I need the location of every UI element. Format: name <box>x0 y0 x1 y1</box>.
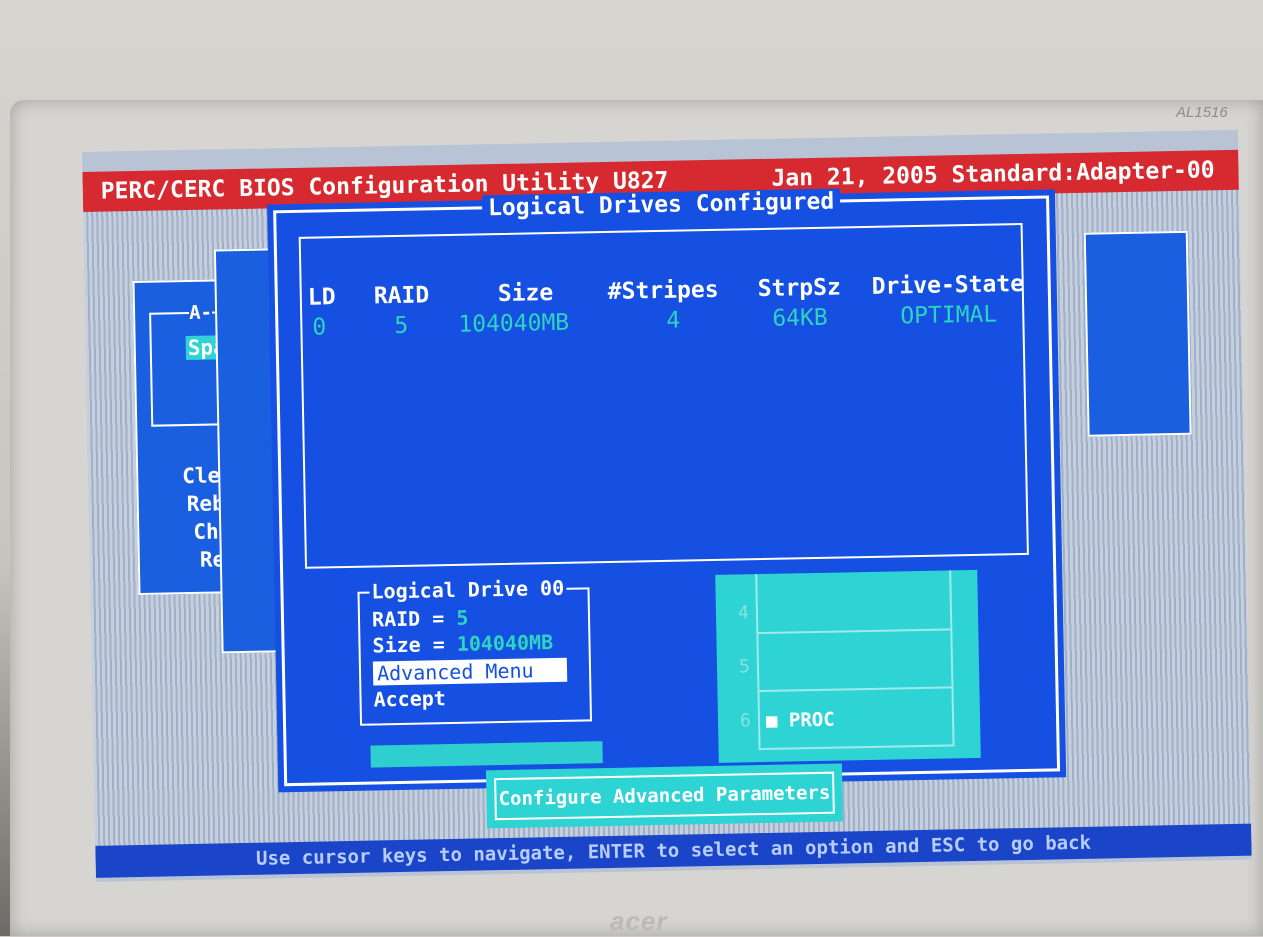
background-frame-label: A- <box>188 301 213 324</box>
raid-value: 5 <box>456 605 469 630</box>
size-label: Size = <box>372 631 458 658</box>
size-line: Size = 104040MB <box>372 630 553 657</box>
logical-drives-dialog: Logical Drives Configured LD RAID Size #… <box>273 188 1061 787</box>
row-raid: 5 <box>394 312 409 340</box>
drives-table: LD RAID Size #Stripes StrpSz Drive-State… <box>298 222 1029 569</box>
raid-line: RAID = 5 <box>372 606 469 632</box>
row-drive-state: OPTIMAL <box>900 301 998 330</box>
row-stripes: 4 <box>666 307 681 334</box>
col-strpsz: StrpSz <box>757 274 842 303</box>
logical-drive-title: Logical Drive 00 <box>369 575 567 604</box>
configure-advanced-parameters-button[interactable]: Configure Advanced Parameters <box>485 763 843 829</box>
drive-slot[interactable] <box>755 570 953 635</box>
table-header: LD RAID Size #Stripes StrpSz Drive-State <box>301 225 1025 311</box>
monitor-model-label: AL1516 <box>1176 104 1228 121</box>
row-strpsz: 64KB <box>772 304 828 332</box>
slot-number: 4 <box>737 602 750 624</box>
dialog-title: Logical Drives Configured <box>481 188 841 222</box>
menu-item-accept-label: Accept <box>373 686 447 712</box>
drive-map: 4 5 6 ■ PROC <box>715 569 981 763</box>
logical-drive-box: Logical Drive 00 RAID = 5 Size = 104040M… <box>357 575 593 726</box>
col-raid: RAID <box>373 282 430 310</box>
col-size: Size <box>497 279 554 308</box>
drive-slot[interactable] <box>756 628 954 693</box>
slot-number: 5 <box>738 656 751 678</box>
menu-item-accept[interactable]: Accept <box>373 686 446 711</box>
row-ld: 0 <box>312 314 327 341</box>
proc-bullet-icon: ■ <box>765 709 790 732</box>
slot-number: 6 <box>739 710 752 732</box>
menu-item-advanced[interactable]: Advanced Menu <box>372 657 568 686</box>
monitor-brand-logo: acer <box>610 906 668 936</box>
col-stripes: #Stripes <box>607 276 719 305</box>
configure-button-label: Configure Advanced Parameters <box>494 771 835 821</box>
row-size: 104040MB <box>458 309 570 338</box>
progress-bar <box>370 741 603 768</box>
table-row[interactable]: 0 5 104040MB 4 64KB OPTIMAL <box>301 225 1021 340</box>
size-value: 104040MB <box>456 630 554 656</box>
col-ld: LD <box>307 284 336 311</box>
proc-label: PROC <box>788 708 835 732</box>
menu-item-advanced-label: Advanced Menu <box>372 657 568 686</box>
proc-indicator: ■ PROC <box>766 709 835 732</box>
bios-screen: PERC/CERC BIOS Configuration Utility U82… <box>82 129 1252 882</box>
raid-label: RAID = <box>371 605 457 632</box>
background-panel-right <box>1083 230 1192 437</box>
col-drive-state: Drive-State <box>871 270 1025 300</box>
